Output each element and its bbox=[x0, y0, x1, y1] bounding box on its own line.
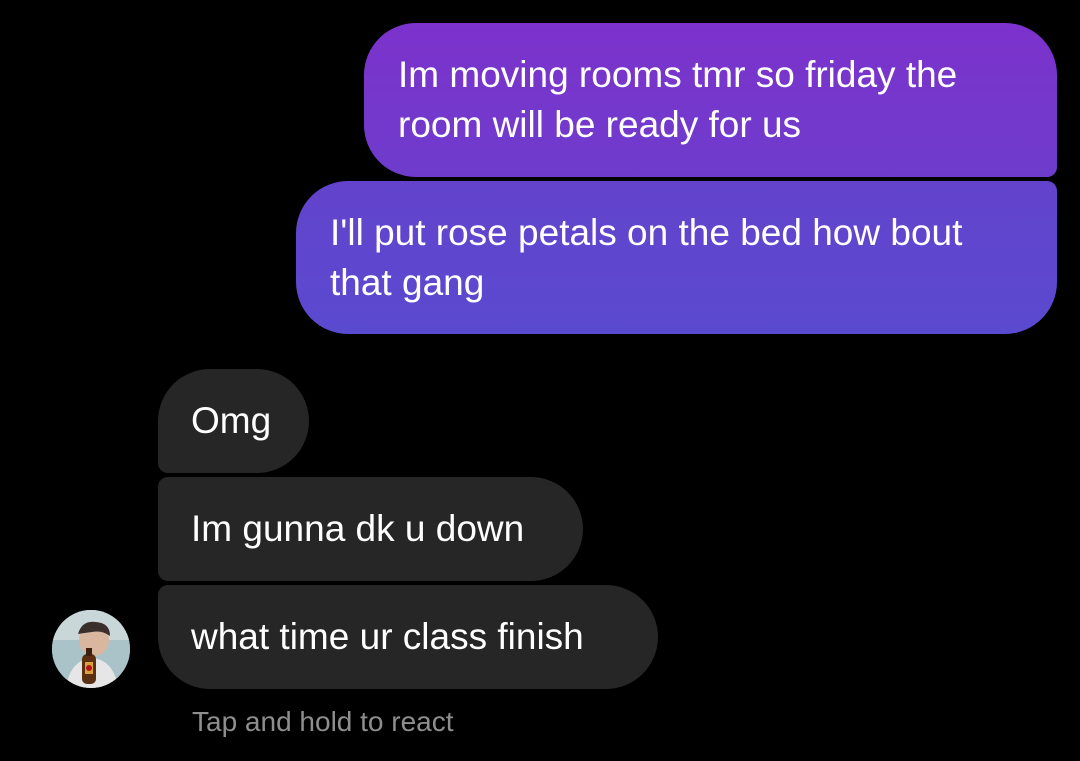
sender-avatar[interactable] bbox=[52, 610, 130, 688]
message-text-line: Im moving rooms tmr so friday the bbox=[398, 54, 958, 95]
received-message-bubble[interactable]: Im gunna dk u down bbox=[158, 477, 583, 581]
received-message-bubble[interactable]: what time ur class finish bbox=[158, 585, 658, 689]
message-text-line: I'll put rose petals on the bed how bout bbox=[330, 212, 963, 253]
message-text: Omg bbox=[191, 400, 272, 441]
message-text: what time ur class finish bbox=[191, 616, 584, 657]
sent-message-bubble[interactable]: Im moving rooms tmr so friday the room w… bbox=[364, 23, 1057, 177]
message-text: Im gunna dk u down bbox=[191, 508, 525, 549]
user-avatar-photo-icon bbox=[52, 610, 130, 688]
received-message-bubble[interactable]: Omg bbox=[158, 369, 309, 473]
sent-message-bubble[interactable]: I'll put rose petals on the bed how bout… bbox=[296, 181, 1057, 334]
message-text-line: that gang bbox=[330, 262, 485, 303]
message-text-line: room will be ready for us bbox=[398, 104, 802, 145]
tap-to-react-hint: Tap and hold to react bbox=[192, 706, 454, 737]
